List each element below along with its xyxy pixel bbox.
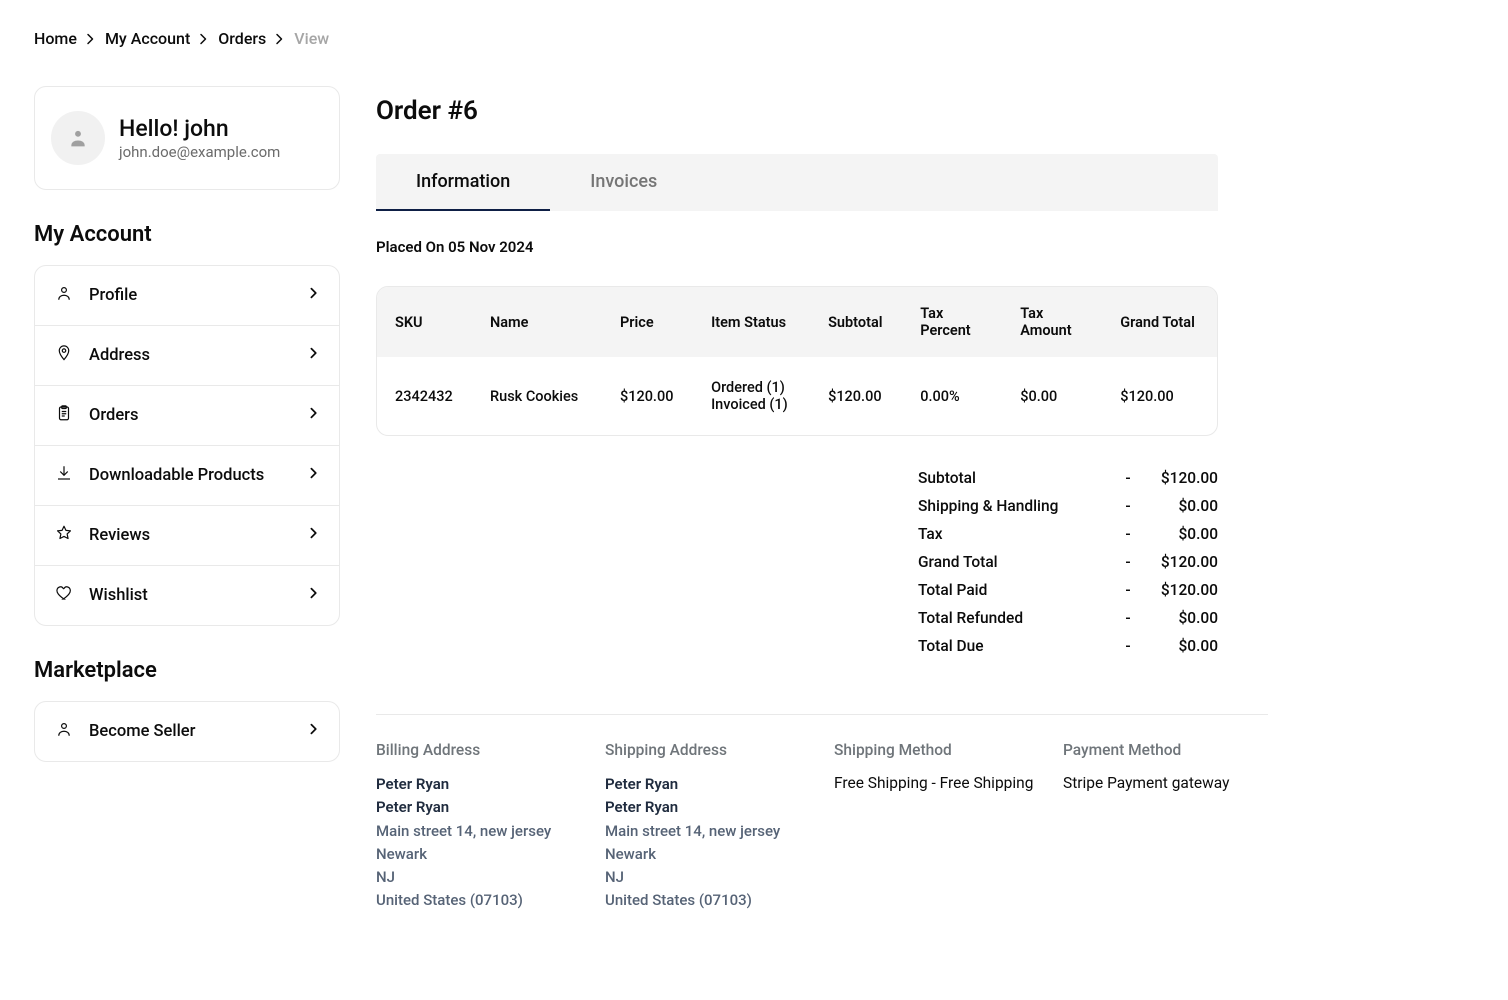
sidebar-item-downloadable-products[interactable]: Downloadable Products bbox=[35, 445, 339, 505]
sidebar-item-label: Address bbox=[89, 346, 293, 365]
sidebar-item-reviews[interactable]: Reviews bbox=[35, 505, 339, 565]
order-totals: Subtotal-$120.00 Shipping & Handling-$0.… bbox=[376, 464, 1218, 660]
breadcrumb-orders[interactable]: Orders bbox=[218, 29, 266, 48]
sidebar-item-orders[interactable]: Orders bbox=[35, 385, 339, 445]
breadcrumb-current: View bbox=[294, 29, 329, 48]
col-price: Price bbox=[602, 287, 693, 357]
sidebar-item-label: Orders bbox=[89, 406, 293, 425]
shipping-address-block: Shipping Address Peter Ryan Peter Ryan M… bbox=[605, 741, 810, 913]
sidebar-item-address[interactable]: Address bbox=[35, 325, 339, 385]
totals-subtotal: Subtotal-$120.00 bbox=[918, 464, 1218, 492]
address-section-divider bbox=[376, 714, 1268, 715]
sidebar-marketplace-title: Marketplace bbox=[34, 658, 340, 683]
shipping-method-title: Shipping Method bbox=[834, 741, 1039, 759]
star-icon bbox=[55, 524, 73, 547]
col-tax-percent: Tax Percent bbox=[902, 287, 1002, 357]
download-icon bbox=[55, 464, 73, 487]
sidebar-item-wishlist[interactable]: Wishlist bbox=[35, 565, 339, 625]
sidebar-item-label: Wishlist bbox=[89, 586, 293, 605]
col-name: Name bbox=[472, 287, 602, 357]
sidebar-item-become-seller[interactable]: Become Seller bbox=[35, 702, 339, 761]
col-item-status: Item Status bbox=[693, 287, 810, 357]
shipping-method-value: Free Shipping - Free Shipping bbox=[834, 773, 1039, 795]
cell-tax-amount: $0.00 bbox=[1002, 357, 1102, 435]
breadcrumb: Home My Account Orders View bbox=[34, 29, 1474, 48]
location-icon bbox=[55, 344, 73, 367]
totals-total-refunded: Total Refunded-$0.00 bbox=[918, 604, 1218, 632]
sidebar-item-label: Downloadable Products bbox=[89, 466, 293, 485]
order-items-table: SKU Name Price Item Status Subtotal Tax … bbox=[376, 286, 1218, 436]
table-row: 2342432 Rusk Cookies $120.00 Ordered (1)… bbox=[377, 357, 1217, 435]
shipping-address-title: Shipping Address bbox=[605, 741, 810, 759]
clipboard-icon bbox=[55, 404, 73, 427]
cell-subtotal: $120.00 bbox=[810, 357, 902, 435]
billing-address-block: Billing Address Peter Ryan Peter Ryan Ma… bbox=[376, 741, 581, 913]
cell-name: Rusk Cookies bbox=[472, 357, 602, 435]
chevron-right-icon bbox=[85, 33, 97, 45]
shipping-method-block: Shipping Method Free Shipping - Free Shi… bbox=[834, 741, 1039, 913]
breadcrumb-home[interactable]: Home bbox=[34, 29, 77, 48]
tab-information[interactable]: Information bbox=[376, 154, 550, 211]
sidebar-item-label: Become Seller bbox=[89, 722, 293, 741]
avatar bbox=[51, 111, 105, 165]
tabs: Information Invoices bbox=[376, 154, 1218, 211]
payment-method-block: Payment Method Stripe Payment gateway bbox=[1063, 741, 1268, 913]
chevron-right-icon bbox=[274, 33, 286, 45]
totals-grand-total: Grand Total-$120.00 bbox=[918, 548, 1218, 576]
breadcrumb-my-account[interactable]: My Account bbox=[105, 29, 190, 48]
heart-icon bbox=[55, 584, 73, 607]
cell-grand-total: $120.00 bbox=[1102, 357, 1217, 435]
chevron-right-icon bbox=[309, 526, 319, 545]
col-sku: SKU bbox=[377, 287, 472, 357]
col-subtotal: Subtotal bbox=[810, 287, 902, 357]
chevron-right-icon bbox=[309, 466, 319, 485]
totals-total-paid: Total Paid-$120.00 bbox=[918, 576, 1218, 604]
page-title: Order #6 bbox=[376, 96, 1474, 126]
sidebar-item-profile[interactable]: Profile bbox=[35, 266, 339, 325]
chevron-right-icon bbox=[309, 722, 319, 741]
cell-price: $120.00 bbox=[602, 357, 693, 435]
col-grand-total: Grand Total bbox=[1102, 287, 1217, 357]
user-icon bbox=[55, 284, 73, 307]
payment-method-title: Payment Method bbox=[1063, 741, 1268, 759]
payment-method-value: Stripe Payment gateway bbox=[1063, 773, 1268, 795]
sidebar-marketplace-menu: Become Seller bbox=[34, 701, 340, 762]
sidebar-item-label: Reviews bbox=[89, 526, 293, 545]
chevron-right-icon bbox=[309, 586, 319, 605]
sidebar-account-menu: Profile Address bbox=[34, 265, 340, 626]
sidebar-account-title: My Account bbox=[34, 222, 340, 247]
user-greeting: Hello! john bbox=[119, 115, 280, 144]
chevron-right-icon bbox=[309, 286, 319, 305]
address-grid: Billing Address Peter Ryan Peter Ryan Ma… bbox=[376, 741, 1268, 913]
sidebar-item-label: Profile bbox=[89, 286, 293, 305]
col-tax-amount: Tax Amount bbox=[1002, 287, 1102, 357]
user-email: john.doe@example.com bbox=[119, 143, 280, 161]
totals-total-due: Total Due-$0.00 bbox=[918, 632, 1218, 660]
tab-invoices[interactable]: Invoices bbox=[550, 154, 697, 211]
user-card: Hello! john john.doe@example.com bbox=[34, 86, 340, 190]
chevron-right-icon bbox=[309, 346, 319, 365]
billing-address-title: Billing Address bbox=[376, 741, 581, 759]
placed-on: Placed On 05 Nov 2024 bbox=[376, 238, 1474, 256]
totals-tax: Tax-$0.00 bbox=[918, 520, 1218, 548]
cell-item-status: Ordered (1) Invoiced (1) bbox=[693, 357, 810, 435]
user-icon bbox=[55, 720, 73, 743]
cell-tax-percent: 0.00% bbox=[902, 357, 1002, 435]
cell-sku: 2342432 bbox=[377, 357, 472, 435]
chevron-right-icon bbox=[198, 33, 210, 45]
totals-shipping: Shipping & Handling-$0.00 bbox=[918, 492, 1218, 520]
chevron-right-icon bbox=[309, 406, 319, 425]
